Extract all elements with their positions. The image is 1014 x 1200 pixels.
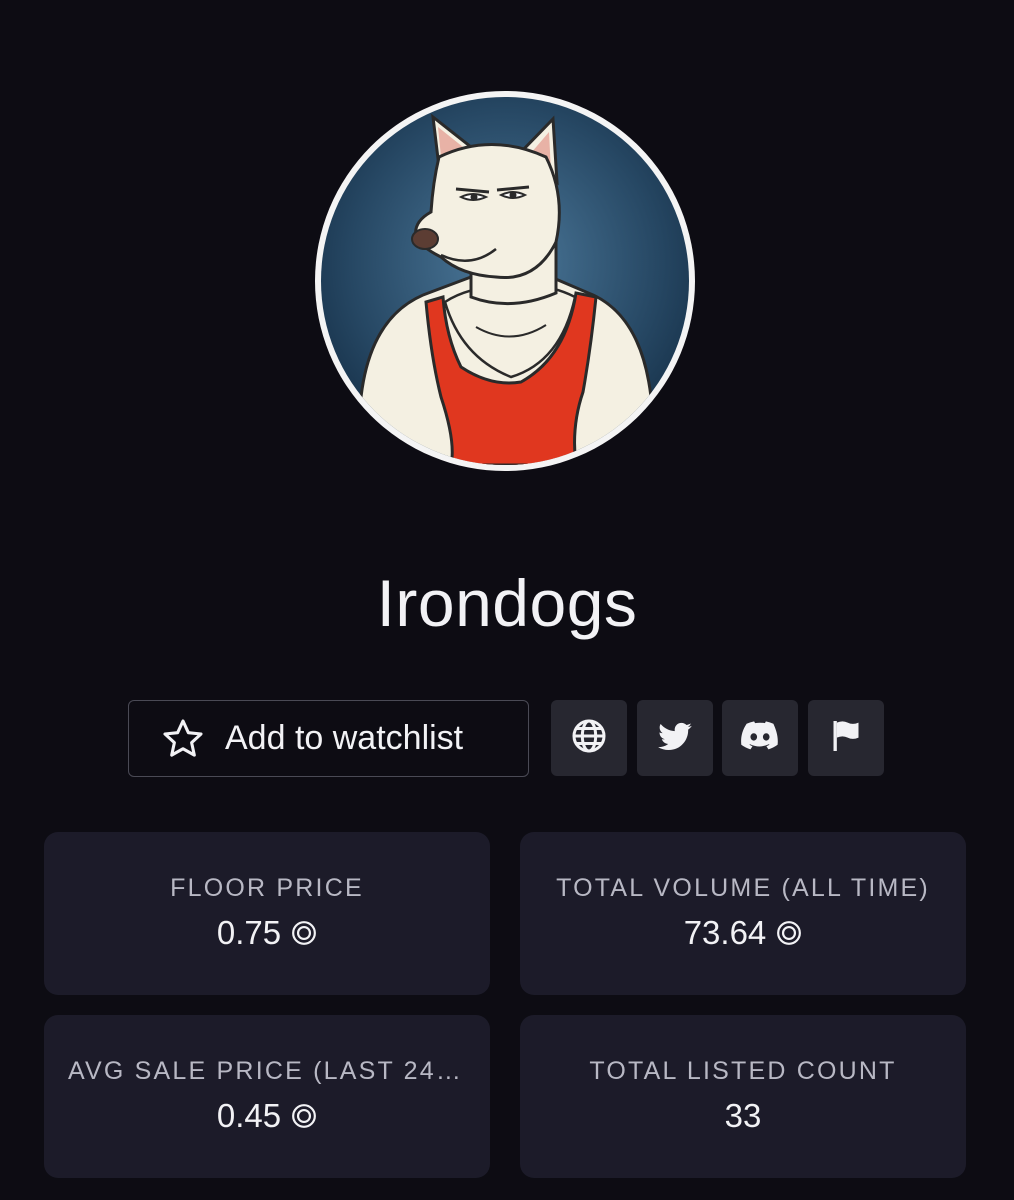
total-volume-card: TOTAL VOLUME (ALL TIME) 73.64 [520, 832, 966, 995]
add-to-watchlist-button[interactable]: Add to watchlist [128, 700, 529, 777]
sol-icon [291, 920, 317, 946]
flag-icon [826, 716, 866, 761]
stat-value: 0.75 [216, 914, 282, 951]
stat-label: TOTAL VOLUME (ALL TIME) [556, 874, 930, 902]
stat-value-row: 0.45 [44, 1097, 490, 1135]
stat-label: FLOOR PRICE [170, 874, 364, 902]
twitter-icon [655, 716, 695, 761]
watchlist-label: Add to watchlist [225, 719, 464, 757]
website-button[interactable] [551, 700, 627, 776]
twitter-button[interactable] [637, 700, 713, 776]
stat-value: 73.64 [683, 914, 767, 951]
irondog-avatar-image [321, 97, 689, 465]
report-button[interactable] [808, 700, 884, 776]
stat-label: AVG SALE PRICE (LAST 24H) [68, 1057, 466, 1085]
sol-icon [291, 1103, 317, 1129]
floor-price-card: FLOOR PRICE 0.75 [44, 832, 490, 995]
avg-sale-price-card: AVG SALE PRICE (LAST 24H) 0.45 [44, 1015, 490, 1178]
stat-value: 0.45 [216, 1097, 282, 1134]
globe-icon [569, 716, 609, 761]
stat-value-row: 73.64 [520, 914, 966, 952]
collection-page: Irondogs Add to watchlist FLOOR PRICE 0.… [0, 0, 1014, 1200]
sol-icon [776, 920, 802, 946]
discord-button[interactable] [722, 700, 798, 776]
stat-label: TOTAL LISTED COUNT [589, 1057, 897, 1085]
discord-icon [738, 714, 782, 763]
collection-avatar [315, 91, 695, 471]
stat-value-row: 0.75 [44, 914, 490, 952]
collection-title: Irondogs [376, 566, 638, 640]
star-icon [157, 713, 209, 765]
stat-value: 33 [724, 1097, 762, 1134]
total-listed-count-card: TOTAL LISTED COUNT 33 [520, 1015, 966, 1178]
stat-value-row: 33 [520, 1097, 966, 1135]
